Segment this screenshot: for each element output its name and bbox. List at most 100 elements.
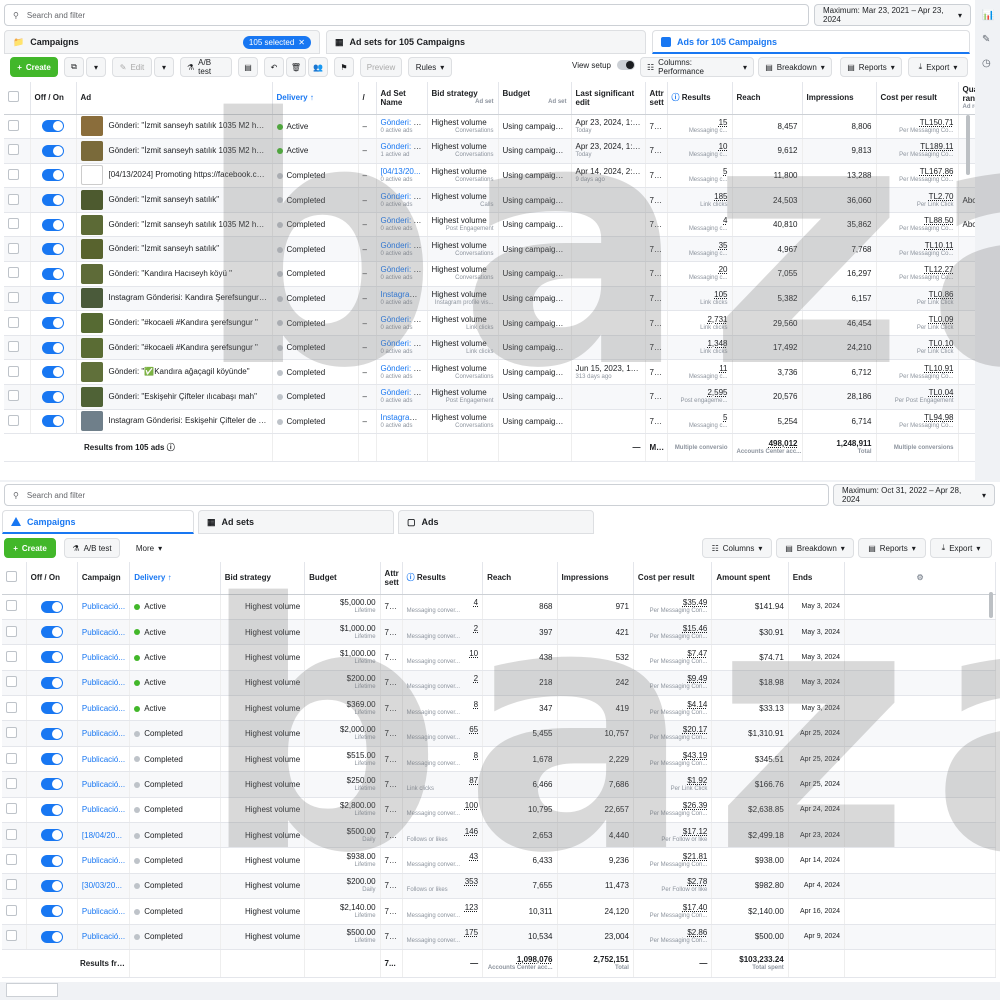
header-amount-spent[interactable]: Amount spent xyxy=(711,562,789,595)
tag-button[interactable]: ⚑ xyxy=(334,57,354,77)
table-row[interactable]: Publicació... Completed Highest volume $515… xyxy=(2,746,996,773)
header-adset-name[interactable]: Ad Set Name xyxy=(376,82,428,115)
table-row[interactable]: Publicació... Completed Highest volume $2,1… xyxy=(2,898,996,925)
ad-name-cell[interactable]: Gönderi: "İzmit sanseyh satılık 1035 M2 … xyxy=(76,138,273,164)
header-quality[interactable]: Quality rankingAd rele xyxy=(958,82,975,115)
campaign-cell[interactable]: Publicació... xyxy=(77,797,131,824)
row-toggle[interactable] xyxy=(30,335,77,361)
header-cost-per-result-2[interactable]: Cost per result xyxy=(633,562,713,595)
date-range-picker-2[interactable]: Maximum: Oct 31, 2022 – Apr 28, 2024 ▾ xyxy=(833,484,995,506)
campaign-link[interactable]: Publicació... xyxy=(82,704,125,713)
adset-link[interactable]: Gönderi: "... xyxy=(381,364,423,373)
row-checkbox[interactable] xyxy=(2,898,27,925)
table-row[interactable]: Instagram Gönderisi: Eskişehir Çifteler … xyxy=(4,409,975,435)
header-off-on-2[interactable]: Off / On xyxy=(26,562,78,595)
ad-name-cell[interactable]: Gönderi: "#kocaeli #Kandıra şerefsungur … xyxy=(76,310,273,336)
adset-link[interactable]: [04/13/20... xyxy=(381,167,421,176)
adset-link[interactable]: Gönderi: "İ... xyxy=(381,118,426,127)
row-checkbox[interactable] xyxy=(2,924,27,950)
header-results[interactable]: ⓘ Results xyxy=(667,82,733,115)
adset-link[interactable]: Gönderi: "... xyxy=(381,265,423,274)
campaign-cell[interactable]: Publicació... xyxy=(77,670,131,697)
tab-ads-2[interactable]: ▢ Ads xyxy=(398,510,594,534)
row-checkbox[interactable] xyxy=(4,187,31,213)
campaign-link[interactable]: [18/04/20... xyxy=(82,831,122,840)
campaign-link[interactable]: Publicació... xyxy=(82,729,125,738)
table-row[interactable]: Publicació... Completed Highest volume $938… xyxy=(2,847,996,874)
header-off-on[interactable]: Off / On xyxy=(30,82,77,115)
adset-cell[interactable]: Gönderi: "İ... 0 active ads xyxy=(376,236,428,263)
adset-link[interactable]: Gönderi: "... xyxy=(381,339,423,348)
row-toggle[interactable] xyxy=(26,822,78,849)
row-checkbox[interactable] xyxy=(2,771,27,798)
adset-cell[interactable]: Gönderi: "... 0 active ads xyxy=(376,359,428,386)
row-toggle[interactable] xyxy=(26,695,78,722)
adset-cell[interactable]: Gönderi: "İ... 0 active ads xyxy=(376,187,428,213)
search-bar[interactable]: ⚲ Search and filter xyxy=(4,4,809,26)
campaign-link[interactable]: Publicació... xyxy=(82,932,125,941)
adset-link[interactable]: Gönderi: "İ... xyxy=(381,216,426,225)
add-column-button[interactable]: ⚙ xyxy=(844,562,996,595)
delete-button[interactable]: 🗑 xyxy=(286,57,306,77)
select-all-checkbox[interactable] xyxy=(4,82,31,115)
header-campaign[interactable]: Campaign xyxy=(77,562,131,595)
table-row[interactable]: Publicació... Completed Highest volume $2,8… xyxy=(2,797,996,824)
search-bar-2[interactable]: ⚲ Search and filter xyxy=(4,484,829,506)
row-checkbox[interactable] xyxy=(4,286,31,312)
duplicate-dropdown[interactable]: ▾ xyxy=(86,57,106,77)
row-toggle[interactable] xyxy=(30,114,77,140)
table-row[interactable]: Gönderi: "İzmit sanseyh satılık" Complete… xyxy=(4,236,975,263)
table-row[interactable]: Publicació... Completed Highest volume $250… xyxy=(2,771,996,798)
adset-cell[interactable]: Gönderi: "... 0 active ads xyxy=(376,310,428,336)
row-checkbox[interactable] xyxy=(4,310,31,336)
undo-button[interactable]: ↶ xyxy=(264,57,284,77)
row-checkbox[interactable] xyxy=(2,746,27,773)
campaign-link[interactable]: Publicació... xyxy=(82,856,125,865)
table-row[interactable]: Gönderi: "İzmit sanseyh satılık 1035 M2 … xyxy=(4,114,975,140)
header-results-2[interactable]: ⓘ Results xyxy=(402,562,484,595)
row-checkbox[interactable] xyxy=(2,797,27,824)
row-toggle[interactable] xyxy=(26,644,78,671)
row-toggle[interactable] xyxy=(30,310,77,336)
adset-link[interactable]: Gönderi: "İ... xyxy=(381,192,426,201)
header-budget-2[interactable]: Budget xyxy=(304,562,381,595)
row-toggle[interactable] xyxy=(26,670,78,697)
header-impressions-2[interactable]: Impressions xyxy=(557,562,634,595)
adset-link[interactable]: Gönderi: "... xyxy=(381,388,423,397)
breakdown-button[interactable]: ▤ Breakdown ▾ xyxy=(758,57,832,77)
row-toggle[interactable] xyxy=(26,797,78,824)
adset-cell[interactable]: Instagram ... 0 active ads xyxy=(376,409,428,435)
row-toggle[interactable] xyxy=(30,261,77,287)
adset-link[interactable]: Gönderi: "İ... xyxy=(381,142,426,151)
row-toggle[interactable] xyxy=(26,873,78,900)
row-checkbox[interactable] xyxy=(2,822,27,849)
row-toggle[interactable] xyxy=(30,384,77,410)
audience-button[interactable]: 👥 xyxy=(308,57,328,77)
pencil-icon[interactable]: ✎ xyxy=(982,34,994,46)
campaign-link[interactable]: Publicació... xyxy=(82,678,125,687)
header-cost-per-result[interactable]: Cost per result xyxy=(876,82,959,115)
table-row[interactable]: Gönderi: "İzmit sanseyh satılık" Complete… xyxy=(4,187,975,213)
campaign-link[interactable]: Publicació... xyxy=(82,602,125,611)
row-toggle[interactable] xyxy=(26,898,78,925)
table-row[interactable]: [18/04/20... Completed Highest volume $500.… xyxy=(2,822,996,849)
header-ends[interactable]: Ends xyxy=(788,562,846,595)
row-toggle[interactable] xyxy=(26,594,78,620)
row-checkbox[interactable] xyxy=(2,594,27,620)
table-row[interactable]: Publicació... Completed Highest volume $500… xyxy=(2,924,996,950)
table-row[interactable]: Gönderi: "#kocaeli #Kandıra şerefsungur … xyxy=(4,335,975,361)
row-toggle[interactable] xyxy=(26,720,78,747)
ad-name-cell[interactable]: Gönderi: "İzmit sanseyh satılık 1035 M2 … xyxy=(76,114,273,140)
tab-adsets[interactable]: ▦ Ad sets for 105 Campaigns xyxy=(326,30,646,54)
table-row[interactable]: Gönderi: "Eskişehir Çifteler ılıcabaşı m… xyxy=(4,384,975,410)
header-bid-strategy-2[interactable]: Bid strategy xyxy=(220,562,306,595)
duplicate-button[interactable]: ⧉ xyxy=(64,57,84,77)
campaign-cell[interactable]: Publicació... xyxy=(77,720,131,747)
header-attr-2[interactable]: Attr sett xyxy=(380,562,403,595)
create-button-2[interactable]: + Create xyxy=(4,538,56,558)
table-row[interactable]: Publicació... Active Highest volume $5,000.… xyxy=(2,594,996,620)
table-row[interactable]: Publicació... Active Highest volume $1,000.… xyxy=(2,644,996,671)
row-checkbox[interactable] xyxy=(4,409,31,435)
edit-dropdown[interactable]: ▾ xyxy=(154,57,174,77)
campaign-cell[interactable]: [18/04/20... xyxy=(77,822,131,849)
